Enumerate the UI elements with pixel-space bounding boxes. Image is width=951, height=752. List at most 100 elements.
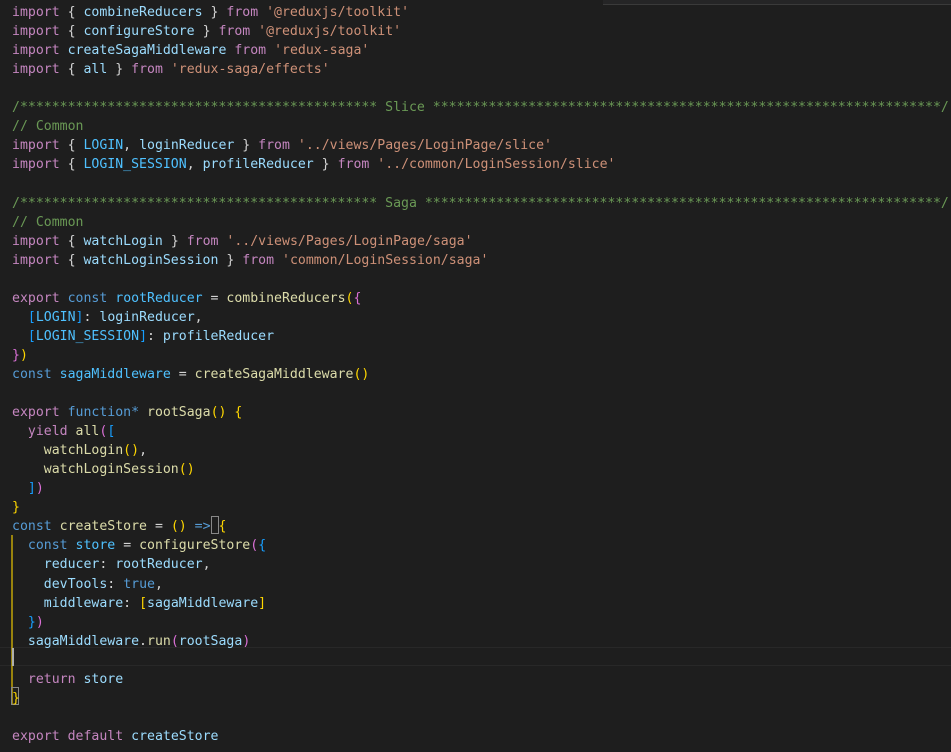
- code-line[interactable]: // Common: [12, 213, 83, 232]
- token-variable: rootReducer: [115, 557, 203, 573]
- token-brace2: (: [250, 538, 259, 554]
- code-line[interactable]: export const rootReducer = combineReduce…: [12, 289, 361, 308]
- code-line[interactable]: yield all([: [12, 422, 115, 441]
- token-variable: rootSaga: [178, 633, 243, 649]
- token-keyword: from: [258, 138, 290, 154]
- token-punct: }: [202, 5, 227, 20]
- token-punct: [12, 538, 28, 553]
- code-line[interactable]: const createStore = () => {: [12, 517, 226, 536]
- token-function: rootSaga: [147, 405, 211, 421]
- code-line[interactable]: return store: [12, 670, 123, 689]
- token-punct: [12, 577, 44, 592]
- token-operator: =: [170, 366, 195, 382]
- token-brace1: ]: [258, 595, 267, 611]
- token-function: all: [75, 424, 100, 440]
- token-storage: const: [67, 290, 108, 306]
- code-line[interactable]: sagaMiddleware.run(rootSaga): [12, 632, 250, 651]
- token-punct: :: [107, 576, 124, 592]
- token-punct: [12, 462, 44, 477]
- code-line[interactable]: const store = configureStore({: [12, 536, 266, 555]
- token-punct: ,: [154, 576, 163, 592]
- code-line[interactable]: }: [12, 498, 20, 517]
- code-line[interactable]: export default createStore: [12, 727, 218, 746]
- token-string: '@reduxjs/toolkit': [266, 5, 410, 20]
- token-brace3: [: [27, 309, 36, 325]
- code-line[interactable]: // Common: [12, 117, 83, 136]
- code-line[interactable]: import { watchLogin } from '../views/Pag…: [12, 232, 473, 251]
- token-boolean: true: [123, 576, 155, 592]
- token-brace2: ): [242, 633, 251, 649]
- code-line[interactable]: [LOGIN_SESSION]: profileReducer: [12, 327, 274, 346]
- code-line[interactable]: }): [12, 613, 44, 632]
- token-brace1: [: [139, 595, 148, 611]
- code-line[interactable]: /***************************************…: [12, 98, 949, 117]
- token-variable: loginReducer: [139, 138, 235, 154]
- code-line[interactable]: watchLogin(),: [12, 441, 147, 460]
- token-punct: [68, 424, 76, 439]
- code-line[interactable]: import { combineReducers } from '@reduxj…: [12, 3, 409, 22]
- token-brace2: ): [35, 481, 44, 497]
- token-function: createSagaMiddleware: [194, 366, 354, 382]
- code-editor[interactable]: import { combineReducers } from '@reduxj…: [0, 0, 951, 752]
- code-line[interactable]: import { configureStore } from '@reduxjs…: [12, 22, 401, 41]
- token-variable: profileReducer: [202, 157, 314, 173]
- token-keyword: from: [337, 157, 370, 173]
- token-variable: sagaMiddleware: [27, 633, 140, 649]
- token-punct: ,: [194, 309, 203, 325]
- token-variable: all: [83, 62, 108, 78]
- token-punct: [12, 672, 28, 687]
- code-line[interactable]: const sagaMiddleware = createSagaMiddlew…: [12, 365, 369, 384]
- token-constant: store: [75, 538, 116, 554]
- code-line[interactable]: [LOGIN]: loginReducer,: [12, 308, 203, 327]
- token-punct: }: [194, 24, 219, 40]
- token-variable: middleware: [43, 595, 124, 611]
- token-brace1: (): [123, 443, 140, 459]
- token-punct: [60, 729, 68, 744]
- token-punct: [12, 557, 44, 572]
- code-line[interactable]: ]): [12, 479, 44, 498]
- code-line[interactable]: import { LOGIN_SESSION, profileReducer }…: [12, 155, 615, 174]
- token-variable: createStore: [131, 728, 219, 744]
- code-line[interactable]: middleware: [sagaMiddleware]: [12, 594, 266, 613]
- token-brace2: }: [12, 347, 20, 363]
- token-keyword: from: [242, 252, 275, 268]
- token-punct: ,: [202, 557, 211, 573]
- code-line[interactable]: }: [12, 689, 20, 708]
- token-string: '@reduxjs/toolkit': [258, 24, 402, 40]
- token-keyword: return: [27, 671, 76, 687]
- token-punct: :: [123, 595, 140, 611]
- token-punct: [12, 634, 28, 649]
- token-constant: rootReducer: [115, 290, 203, 306]
- token-punct: [211, 519, 219, 534]
- token-punct: [163, 62, 171, 77]
- token-punct: }: [107, 62, 132, 78]
- code-line[interactable]: import createSagaMiddleware from 'redux-…: [12, 41, 369, 60]
- token-variable: devTools: [43, 576, 108, 592]
- token-function: createStore: [59, 519, 147, 535]
- token-punct: [52, 367, 60, 382]
- code-line[interactable]: import { all } from 'redux-saga/effects': [12, 60, 330, 79]
- token-storage: const: [12, 519, 52, 535]
- token-storage: =>: [194, 519, 211, 535]
- code-line[interactable]: import { watchLoginSession } from 'commo…: [12, 251, 488, 270]
- token-variable: store: [83, 671, 124, 687]
- token-punct: .: [139, 633, 147, 649]
- token-comment: // Common: [12, 214, 84, 230]
- token-punct: ,: [139, 443, 148, 459]
- token-punct: :: [83, 309, 100, 325]
- code-line[interactable]: reducer: rootReducer,: [12, 555, 211, 574]
- token-brace3: [: [27, 328, 36, 344]
- code-line[interactable]: devTools: true,: [12, 575, 163, 594]
- token-function: watchLoginSession: [43, 462, 179, 478]
- code-line[interactable]: watchLoginSession(): [12, 460, 195, 479]
- token-string: '../views/Pages/LoginPage/saga': [226, 233, 473, 249]
- code-line[interactable]: /***************************************…: [12, 194, 949, 213]
- token-brace3: ]: [27, 481, 36, 497]
- code-line[interactable]: }): [12, 346, 28, 365]
- code-line[interactable]: export function* rootSaga() {: [12, 403, 242, 422]
- token-storage: function: [67, 405, 132, 421]
- token-punct: }: [162, 233, 187, 249]
- token-brace1: (): [170, 519, 187, 535]
- token-variable: combineReducers: [83, 5, 203, 20]
- code-line[interactable]: import { LOGIN, loginReducer } from '../…: [12, 136, 552, 155]
